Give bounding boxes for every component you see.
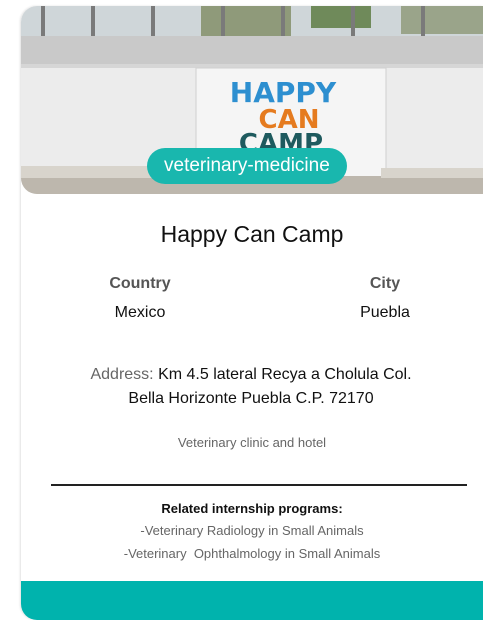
related-program-item: -Veterinary Radiology in Small Animals bbox=[140, 523, 364, 538]
country-label: Country bbox=[109, 275, 171, 292]
address-label: Address: bbox=[90, 366, 154, 383]
divider bbox=[51, 484, 467, 486]
place-photo: HAPPY CAN CAMP veterinary-medicine bbox=[21, 6, 483, 194]
related-program-item: -Veterinary Ophthalmology in Small Anima… bbox=[123, 546, 381, 561]
related-programs-title: Related internship programs: bbox=[161, 501, 343, 516]
category-tag[interactable]: veterinary-medicine bbox=[147, 148, 347, 184]
place-title: Happy Can Camp bbox=[160, 221, 344, 247]
city-value: Puebla bbox=[360, 304, 410, 321]
country-value: Mexico bbox=[114, 304, 166, 321]
card-footer-bar bbox=[21, 581, 483, 620]
place-card: HAPPY CAN CAMP veterinary-medicine Happy… bbox=[21, 6, 483, 620]
place-description: Veterinary clinic and hotel bbox=[177, 435, 327, 450]
address-line-2: Bella Horizonte Puebla C.P. 72170 bbox=[128, 390, 374, 407]
city-label: City bbox=[369, 275, 401, 292]
address: Address: Km 4.5 lateral Recya a Cholula … bbox=[51, 363, 451, 411]
address-line-1: Km 4.5 lateral Recya a Cholula Col. bbox=[158, 366, 412, 383]
